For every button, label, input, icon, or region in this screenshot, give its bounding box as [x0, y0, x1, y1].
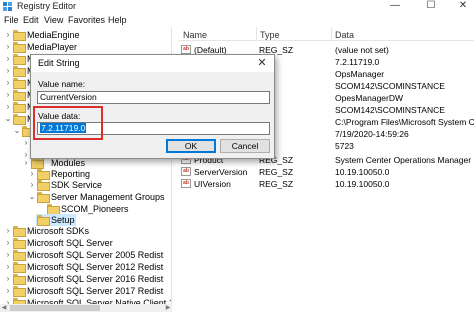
folder-icon — [13, 226, 26, 237]
value-name-label: Value name: — [38, 79, 86, 89]
tree-item[interactable]: › Microsoft SQL Server 2017 Redist — [0, 285, 171, 297]
string-value-icon: ab — [181, 45, 191, 54]
tree-item[interactable]: › Microsoft SDKs — [0, 225, 171, 237]
tree-item[interactable]: › MediaEngine — [0, 29, 171, 41]
edit-string-dialog: Edit String ✕ Value name: CurrentVersion… — [30, 54, 275, 159]
chevron-right-icon[interactable]: › — [4, 41, 12, 53]
window-title: Registry Editor — [17, 1, 77, 11]
chevron-right-icon[interactable]: › — [4, 261, 12, 273]
tree-item[interactable]: › Microsoft SQL Server 2012 Redist — [0, 261, 171, 273]
folder-icon — [13, 30, 26, 41]
folder-icon — [47, 204, 60, 215]
folder-open-icon — [37, 192, 50, 203]
menu-edit[interactable]: Edit — [23, 15, 39, 25]
dialog-close-button[interactable]: ✕ — [255, 56, 269, 70]
title-bar: Registry Editor — ☐ ✕ — [0, 0, 474, 13]
folder-open-icon — [13, 114, 26, 125]
chevron-right-icon[interactable]: › — [4, 65, 12, 77]
menu-help[interactable]: Help — [108, 15, 127, 25]
chevron-right-icon[interactable]: › — [4, 249, 12, 261]
menu-file[interactable]: File — [4, 15, 19, 25]
chevron-down-icon[interactable]: ⌄ — [4, 113, 12, 125]
folder-icon — [13, 286, 26, 297]
cancel-button[interactable]: Cancel — [220, 139, 270, 153]
folder-icon — [13, 102, 26, 113]
ok-button[interactable]: OK — [166, 139, 216, 153]
tree-item[interactable]: › Microsoft SQL Server — [0, 237, 171, 249]
chevron-right-icon[interactable]: › — [4, 237, 12, 249]
dialog-title-bar: Edit String ✕ — [31, 55, 274, 72]
tree-item[interactable]: › SDK Service — [0, 179, 171, 191]
chevron-down-icon[interactable]: ⌄ — [13, 125, 21, 137]
minimize-button[interactable]: — — [384, 0, 406, 13]
folder-icon — [37, 169, 50, 180]
tree-item[interactable]: › Microsoft SQL Server 2005 Redist — [0, 249, 171, 261]
menu-view[interactable]: View — [44, 15, 63, 25]
chevron-right-icon[interactable]: › — [4, 77, 12, 89]
chevron-right-icon[interactable]: › — [4, 101, 12, 113]
column-header-data[interactable]: Data — [335, 30, 354, 40]
chevron-right-icon[interactable]: › — [4, 29, 12, 41]
value-name-field[interactable]: CurrentVersion — [37, 91, 270, 104]
highlight-annotation-box — [33, 106, 103, 140]
chevron-down-icon[interactable]: ⌄ — [28, 191, 36, 203]
folder-icon — [13, 274, 26, 285]
string-value-icon: ab — [181, 167, 191, 176]
scrollbar-thumb[interactable] — [10, 305, 100, 311]
folder-icon — [37, 180, 50, 191]
scroll-left-icon[interactable]: ◀ — [0, 304, 8, 312]
menu-favorites[interactable]: Favorites — [68, 15, 105, 25]
folder-icon — [13, 262, 26, 273]
chevron-right-icon[interactable]: › — [22, 137, 30, 149]
column-divider[interactable] — [256, 27, 257, 41]
table-row[interactable]: ab UIVersion REG_SZ 10.19.10050.0 — [178, 178, 474, 189]
folder-icon — [13, 42, 26, 53]
chevron-right-icon[interactable]: › — [28, 179, 36, 191]
tree-item[interactable]: › Microsoft SQL Server 2016 Redist — [0, 273, 171, 285]
scroll-right-icon[interactable]: ▶ — [164, 304, 172, 312]
chevron-right-icon[interactable]: › — [4, 89, 12, 101]
folder-icon — [13, 66, 26, 77]
string-value-icon: ab — [181, 179, 191, 188]
maximize-button[interactable]: ☐ — [420, 0, 442, 13]
folder-icon — [13, 238, 26, 249]
tree-item[interactable]: › MediaPlayer — [0, 41, 171, 53]
tree-item[interactable]: ⌄ Server Management Groups — [0, 191, 171, 203]
column-header-name[interactable]: Name — [183, 30, 207, 40]
column-header-type[interactable]: Type — [260, 30, 280, 40]
list-header: Name Type Data — [178, 27, 474, 41]
chevron-right-icon[interactable]: › — [4, 225, 12, 237]
menu-bar: File Edit View Favorites Help — [0, 13, 474, 27]
folder-icon — [37, 215, 50, 226]
chevron-right-icon[interactable]: › — [4, 285, 12, 297]
tree-item[interactable]: SCOM_Pioneers — [0, 203, 171, 215]
chevron-right-icon[interactable]: › — [4, 53, 12, 65]
registry-editor-icon — [3, 2, 12, 11]
close-button[interactable]: ✕ — [452, 0, 474, 13]
folder-icon — [13, 250, 26, 261]
chevron-right-icon[interactable]: › — [4, 273, 12, 285]
dialog-title: Edit String — [38, 58, 80, 68]
folder-icon — [31, 158, 44, 169]
folder-icon — [13, 90, 26, 101]
folder-icon — [13, 54, 26, 65]
value-name-text: CurrentVersion — [40, 92, 97, 102]
tree-horizontal-scrollbar[interactable]: ◀ ▶ — [0, 304, 172, 312]
folder-icon — [13, 78, 26, 89]
column-divider[interactable] — [331, 27, 332, 41]
table-row[interactable]: ab ServerVersion REG_SZ 10.19.10050.0 — [178, 166, 474, 177]
